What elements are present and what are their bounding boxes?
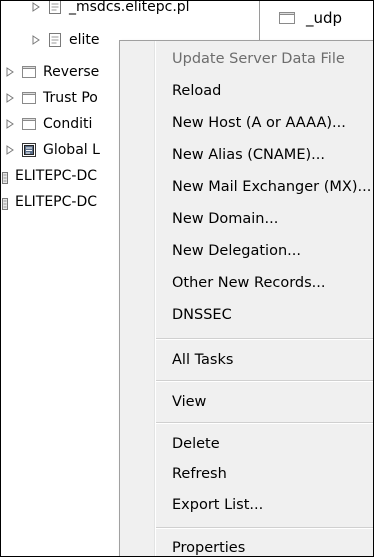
menu-item-view[interactable]: View [172, 389, 206, 415]
list-item-udp[interactable]: _udp [278, 6, 342, 30]
menu-item-delete[interactable]: Delete [172, 431, 220, 457]
tree-item-server-log[interactable]: ELITEPC-DC [1, 164, 97, 188]
menu-gutter-divider [155, 41, 156, 556]
zone-file-icon [47, 32, 63, 48]
collapsed-arrow-icon[interactable] [5, 144, 15, 156]
menu-item-other-new-records[interactable]: Other New Records... [172, 270, 326, 296]
tree-item-global-logs[interactable]: Global L [5, 138, 100, 162]
menu-separator [156, 422, 373, 424]
collapsed-arrow-icon[interactable] [5, 118, 15, 130]
global-log-icon [21, 142, 37, 158]
menu-item-new-domain[interactable]: New Domain... [172, 206, 278, 232]
menu-separator [156, 380, 373, 382]
menu-item-reload[interactable]: Reload [172, 78, 221, 104]
folder-icon [21, 64, 37, 80]
menu-item-properties[interactable]: Properties [172, 535, 245, 556]
menu-item-dnssec[interactable]: DNSSEC [172, 302, 232, 328]
folder-icon [21, 116, 37, 132]
menu-item-new-alias[interactable]: New Alias (CNAME)... [172, 142, 325, 168]
server-log-icon [1, 169, 11, 184]
folder-icon [21, 90, 37, 106]
tree-item-elite-selected[interactable]: elite [31, 28, 100, 52]
context-menu: Update Server Data File Reload New Host … [119, 40, 373, 556]
menu-item-new-host[interactable]: New Host (A or AAAA)... [172, 110, 346, 136]
tree-item-reverse-lookup[interactable]: Reverse [5, 60, 99, 84]
tree-item-trust-points[interactable]: Trust Po [5, 86, 98, 110]
menu-separator [156, 527, 373, 529]
tree-item-conditional-forwarders[interactable]: Conditi [5, 112, 92, 136]
tree-item-label: Reverse [43, 64, 100, 80]
collapsed-arrow-icon[interactable] [31, 34, 41, 46]
folder-icon [278, 10, 295, 26]
menu-item-refresh[interactable]: Refresh [172, 461, 227, 487]
screenshot-frame: _msdcs.elitepc.pl elite Reverse Trust Po… [0, 0, 374, 557]
menu-icon-gutter [120, 41, 155, 556]
tree-item-label: _msdcs.elitepc.pl [69, 0, 190, 15]
menu-item-new-mail-exchanger[interactable]: New Mail Exchanger (MX)... [172, 174, 371, 200]
tree-item-label: Global L [43, 142, 100, 158]
tree-item-label: Trust Po [43, 90, 98, 106]
tree-item-server-log[interactable]: ELITEPC-DC [1, 190, 97, 214]
menu-item-export-list[interactable]: Export List... [172, 492, 263, 518]
collapsed-arrow-icon[interactable] [31, 1, 41, 13]
tree-item-msdcs[interactable]: _msdcs.elitepc.pl [31, 0, 190, 19]
zone-file-icon [47, 1, 63, 15]
menu-item-all-tasks[interactable]: All Tasks [172, 347, 233, 373]
tree-item-label: ELITEPC-DC [15, 194, 97, 210]
collapsed-arrow-icon[interactable] [5, 92, 15, 104]
pane-divider[interactable] [259, 1, 260, 41]
tree-item-label: ELITEPC-DC [15, 168, 97, 184]
tree-item-label: Conditi [43, 116, 93, 132]
menu-item-new-delegation[interactable]: New Delegation... [172, 238, 301, 264]
list-item-label: _udp [306, 9, 343, 27]
menu-item-update-server-data-file[interactable]: Update Server Data File [172, 46, 345, 72]
collapsed-arrow-icon[interactable] [5, 66, 15, 78]
server-log-icon [1, 195, 11, 210]
menu-separator [156, 338, 373, 340]
tree-item-label: elite [69, 32, 100, 48]
